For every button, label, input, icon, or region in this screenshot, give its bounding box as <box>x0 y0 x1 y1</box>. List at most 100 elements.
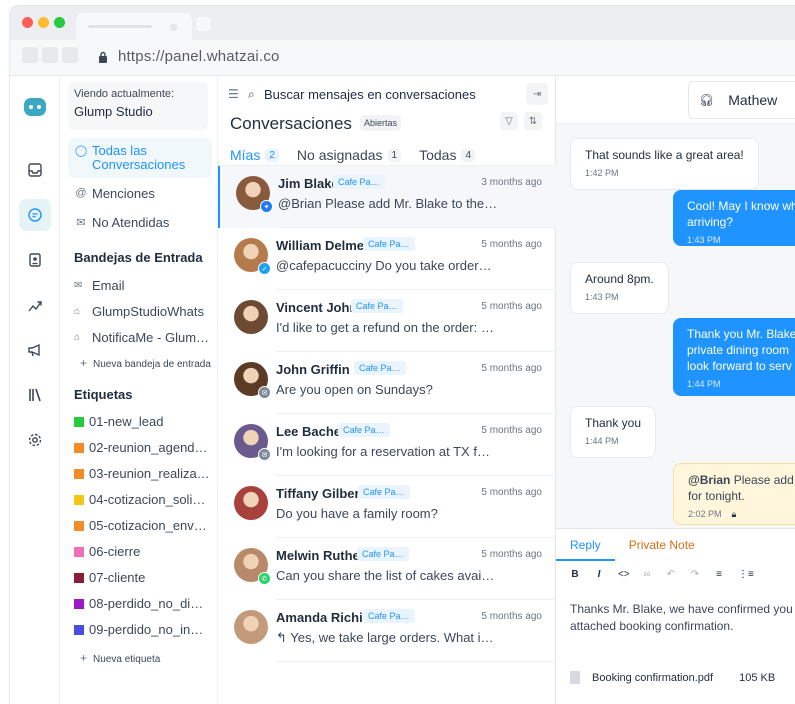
back-button[interactable] <box>22 47 38 63</box>
labels-heading: Etiquetas <box>74 387 133 402</box>
label-color-swatch <box>74 624 84 635</box>
maximize-window-button[interactable] <box>54 17 65 28</box>
status-filter-badge[interactable]: Abiertas <box>360 115 402 131</box>
conversation-item[interactable]: Amanda Richie Cafe Pa… 5 months ago ↰ Yes, … <box>218 600 556 662</box>
sidebar-item-inbox-notificame[interactable]: ⌂ NotificaMe - Glum… <box>74 330 214 345</box>
search-input[interactable]: Buscar mensajes en conversaciones <box>264 87 476 102</box>
twitter-icon: ✓ <box>258 262 271 275</box>
italic-icon[interactable]: I <box>594 569 604 580</box>
sort-icon[interactable]: ⇅ <box>524 112 542 130</box>
message-time: 1:42 PM <box>585 168 619 178</box>
conversation-item[interactable]: ✆ Melwin Ruther Cafe Pa… 5 months ago Can yo… <box>218 538 556 600</box>
sidebar-item-label[interactable]: 02-reunion_agend… <box>74 440 214 455</box>
sidebar-item-label[interactable]: 08-perdido_no_di… <box>74 596 214 611</box>
inbox-icon <box>28 163 42 177</box>
sidebar-item-label[interactable]: 03-reunion_realiza… <box>74 466 214 481</box>
message-time: 1:43 PM <box>585 292 619 302</box>
menu-icon[interactable]: ☰ <box>228 87 248 101</box>
conversation-item[interactable]: Vincent John Cafe Pa… 5 months ago I'd like… <box>218 290 556 352</box>
filter-icon[interactable]: ▽ <box>500 112 518 130</box>
bullet-list-icon[interactable]: ≡ <box>714 569 724 580</box>
app-logo-icon[interactable] <box>24 98 46 116</box>
new-label-button[interactable]: + Nueva etiqueta <box>80 651 160 665</box>
conversation-time: 5 months ago <box>481 363 542 374</box>
code-icon[interactable]: <> <box>618 569 630 580</box>
link-icon[interactable]: ∞ <box>642 569 652 580</box>
viewing-label: Viendo actualmente: <box>74 88 175 100</box>
private-note: @Brian Please add for tonight. 2:02 PM 🔒︎ <box>673 463 795 525</box>
sidebar-item-label[interactable]: 04-cotizacion_soli… <box>74 492 214 507</box>
nav-unattended[interactable]: ✉ No Atendidas <box>68 209 212 235</box>
sidebar-item-label[interactable]: 09-perdido_no_in… <box>74 622 214 637</box>
sidebar-item-label[interactable]: 01-new_lead <box>74 414 214 429</box>
chat-bubble-icon <box>28 208 42 222</box>
headphones-icon: 🎧︎ <box>699 93 715 107</box>
url-text[interactable]: https://panel.whatzai.co <box>118 48 280 65</box>
sidebar-item-label[interactable]: 05-cotizacion_env… <box>74 518 214 533</box>
conversation-preview: ↰ Yes, we take large orders. What is th… <box>276 630 496 645</box>
tab-unassigned[interactable]: No asignadas 1 <box>297 144 402 166</box>
reply-tabs: Reply Private Note <box>556 529 795 561</box>
sidebar-item-inbox-whatsapp[interactable]: ⌂ GlumpStudioWhats <box>74 304 214 319</box>
lock-icon <box>99 51 107 63</box>
conversation-item[interactable]: ✦ Jim Blake Cafe Pa… 3 months ago @Brian Ple… <box>218 166 556 228</box>
tab-mine[interactable]: Mías 2 <box>230 144 279 166</box>
account-switcher[interactable]: Viendo actualmente: Glump Studio <box>68 82 208 130</box>
conversation-preview: Are you open on Sundays? <box>276 382 433 397</box>
avatar <box>234 486 268 520</box>
reports-nav-button[interactable] <box>19 289 51 321</box>
inboxes-heading: Bandejas de Entrada <box>74 250 203 265</box>
conversation-time: 5 months ago <box>481 549 542 560</box>
label-color-swatch <box>74 442 84 453</box>
secondary-sidebar: Viendo actualmente: Glump Studio ◯ Todas… <box>60 76 218 704</box>
reload-button[interactable] <box>62 47 78 63</box>
tab-reply[interactable]: Reply <box>556 529 615 561</box>
assigned-agent-button[interactable]: 🎧︎ Mathew <box>688 81 795 119</box>
inbox-tag: Cafe Pa… <box>357 547 409 561</box>
minimize-window-button[interactable] <box>38 17 49 28</box>
redo-icon[interactable]: ↷ <box>690 569 700 580</box>
conversations-nav-button[interactable] <box>19 199 51 231</box>
conversation-time: 5 months ago <box>481 487 542 498</box>
reply-input[interactable]: Thanks Mr. Blake, we have confirmed you … <box>570 601 795 635</box>
search-bar[interactable]: ☰ ⌕ Buscar mensajes en conversaciones ⇥ <box>228 82 548 106</box>
forward-button[interactable] <box>42 47 58 63</box>
new-tab-button[interactable] <box>196 17 210 31</box>
label-name: 03-reunion_realiza… <box>89 466 210 481</box>
browser-tab[interactable] <box>76 13 192 40</box>
library-nav-button[interactable] <box>19 379 51 411</box>
settings-nav-button[interactable] <box>19 424 51 456</box>
sidebar-item-label[interactable]: 07-cliente <box>74 570 214 585</box>
browser-tab-bar <box>10 6 795 40</box>
tab-count: 2 <box>265 148 279 162</box>
new-inbox-button[interactable]: + Nueva bandeja de entrada <box>80 356 211 370</box>
campaigns-nav-button[interactable] <box>19 334 51 366</box>
nav-mentions[interactable]: @ Menciones <box>68 180 212 206</box>
tab-all[interactable]: Todas 4 <box>419 144 476 166</box>
close-window-button[interactable] <box>22 17 33 28</box>
collapse-icon[interactable]: ⇥ <box>526 83 548 105</box>
conversation-time: 5 months ago <box>481 239 542 250</box>
nav-all-conversations[interactable]: ◯ Todas las Conversaciones <box>68 138 212 178</box>
tab-private-note[interactable]: Private Note <box>615 529 709 561</box>
new-inbox-label: Nueva bandeja de entrada <box>93 359 211 370</box>
conversation-item[interactable]: Tiffany Gilbert Cafe Pa… 5 months ago Do yo… <box>218 476 556 538</box>
label-color-swatch <box>74 468 84 479</box>
inbox-nav-button[interactable] <box>19 154 51 186</box>
sidebar-item-label[interactable]: 06-cierre <box>74 544 214 559</box>
attachment[interactable]: Booking confirmation.pdf 105 KB <box>570 671 775 684</box>
tab-close-icon[interactable] <box>170 24 177 31</box>
bold-icon[interactable]: B <box>570 569 580 580</box>
inbox-tag: Cafe Pa… <box>358 485 410 499</box>
undo-icon[interactable]: ↶ <box>666 569 676 580</box>
megaphone-icon <box>28 343 40 357</box>
conversation-item[interactable]: ✉ Lee Bacher Cafe Pa… 5 months ago I'm looki… <box>218 414 556 476</box>
plus-icon: + <box>80 356 88 370</box>
contacts-nav-button[interactable] <box>19 244 51 276</box>
numbered-list-icon[interactable]: ⋮≡ <box>738 569 754 580</box>
sidebar-item-inbox-email[interactable]: ✉ Email <box>74 278 214 293</box>
conversation-item[interactable]: ✓ William Delmer Cafe Pa… 5 months ago @cafe… <box>218 228 556 290</box>
conversation-preview: @Brian Please add Mr. Blake to the gu… <box>278 196 498 211</box>
label-color-swatch <box>74 520 84 531</box>
conversation-item[interactable]: ✉ John Griffin Cafe Pa… 5 months ago Are you… <box>218 352 556 414</box>
